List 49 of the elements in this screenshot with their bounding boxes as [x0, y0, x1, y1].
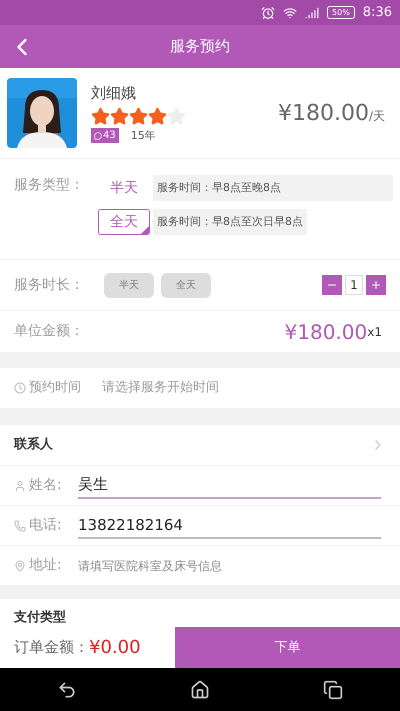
- review-count-badge: 43: [91, 128, 119, 144]
- field-label: 服务时长：: [14, 276, 85, 294]
- increase-button[interactable]: [366, 275, 386, 295]
- location-pin-icon: [14, 560, 26, 572]
- unit-amount: ¥180.00: [284, 318, 368, 346]
- wifi-icon: [283, 6, 298, 20]
- home-icon[interactable]: [190, 680, 210, 700]
- text-input-field[interactable]: 吴生: [78, 472, 381, 498]
- section-title: 联系人: [14, 436, 53, 454]
- star-icon: [91, 106, 110, 126]
- signal-icon: [305, 6, 320, 20]
- section-title: 支付类型: [14, 608, 66, 626]
- back-icon[interactable]: [56, 680, 77, 700]
- daily-price: ¥180.00: [278, 100, 369, 128]
- appointment-row[interactable]: 预约时间 请选择服务开始时间: [0, 368, 400, 408]
- star-icon: [129, 106, 148, 126]
- service-time-note: 服务时间：早8点至次日早8点: [153, 209, 307, 235]
- phone-icon: [14, 520, 26, 532]
- place-order-button[interactable]: 下单: [175, 627, 400, 668]
- field-label: 电话:: [29, 516, 63, 535]
- quantity-multiplier: x1: [367, 324, 383, 340]
- service-time-note: 服务时间：早8点至晚8点: [153, 175, 393, 201]
- star-icon: [167, 106, 186, 126]
- field-label: 服务类型：: [14, 176, 85, 195]
- clock-icon: [14, 382, 26, 394]
- field-label: 单位金额：: [14, 322, 84, 341]
- battery-level: 50%: [327, 6, 355, 19]
- quantity-field[interactable]: 1: [345, 275, 363, 295]
- caregiver-name: 刘细娥: [91, 83, 137, 104]
- service-option[interactable]: 半天: [98, 175, 150, 201]
- alarm-icon: [261, 6, 276, 20]
- field-label: 地址:: [29, 556, 63, 575]
- field-label: 姓名:: [29, 476, 63, 495]
- contact-row[interactable]: 联系人: [0, 425, 400, 465]
- order-total-label: 订单金额：: [14, 637, 89, 658]
- address-input-field[interactable]: 请填写医院科室及床号信息: [78, 552, 381, 578]
- recent-apps-icon[interactable]: [323, 680, 344, 700]
- person-icon: [14, 480, 26, 492]
- page-title: 服务预约: [170, 36, 230, 58]
- plus-icon: [370, 279, 382, 291]
- star-icon: [110, 106, 129, 126]
- star-icon: [148, 106, 167, 126]
- field-label: 预约时间: [29, 379, 81, 398]
- text-input-field[interactable]: 13822182164: [78, 512, 381, 538]
- order-total-amount: ¥0.00: [89, 636, 141, 660]
- appointment-time-field[interactable]: 请选择服务开始时间: [102, 378, 219, 398]
- experience-years: 15年: [130, 128, 156, 144]
- price-unit: /天: [368, 108, 385, 124]
- clock-time: 8:36: [362, 4, 392, 22]
